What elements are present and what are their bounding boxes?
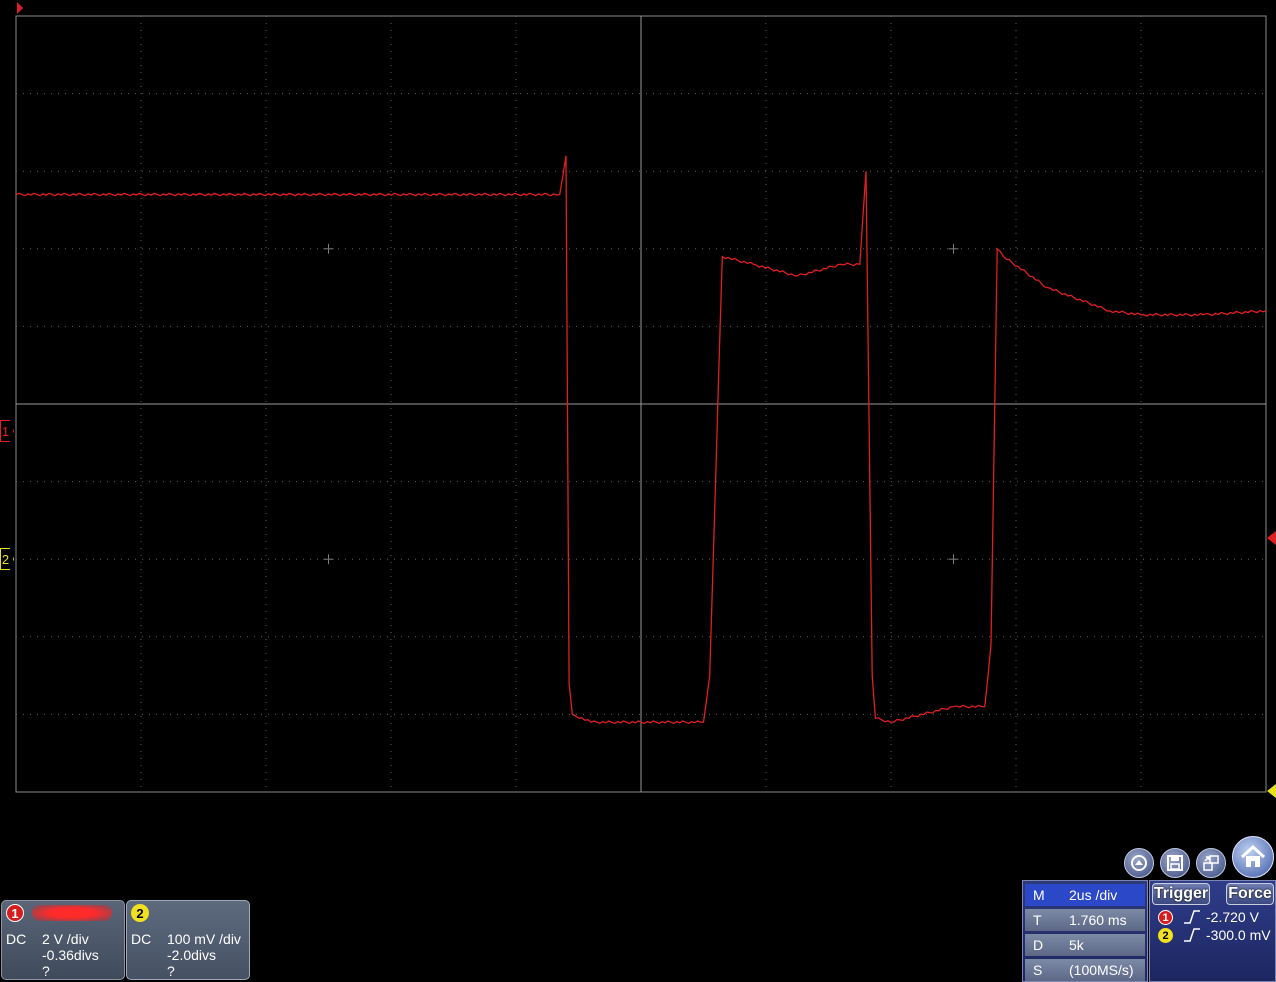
ch2-level-marker (1267, 784, 1276, 798)
ch2-scale: 100 mV /div (167, 931, 241, 947)
ch1-trigger-row[interactable]: 1 -2.720 V (1152, 909, 1274, 927)
timebase-row-samplerate[interactable]: S (100MS/s) (1025, 959, 1145, 981)
trigger-position-marker (17, 2, 23, 14)
ch1-trigger-badge: 1 (1158, 910, 1173, 925)
ch1-scale: 2 V /div (42, 931, 89, 947)
ch2-badge: 2 (131, 904, 149, 922)
ch1-probe: ? (42, 963, 50, 979)
ch1-coupling: DC (6, 931, 27, 947)
rising-edge-icon (1184, 910, 1200, 924)
trigger-panel[interactable]: Trigger Force 1 -2.720 V 2 -300.0 mV (1149, 880, 1276, 982)
ch1-settings[interactable]: 1 DC 2 V /div -0.36divs ? (1, 900, 125, 980)
sample-rate: (100MS/s) (1069, 962, 1134, 978)
ch1-offset: -0.36divs (42, 947, 99, 963)
ch2-trigger-level: -300.0 mV (1206, 927, 1271, 943)
save-button[interactable] (1160, 848, 1190, 878)
timebase-panel[interactable]: M 2us /div T 1.760 ms D 5k S (100MS/s) (1022, 880, 1148, 982)
rising-edge-icon (1184, 928, 1200, 942)
trigger-level-marker (1267, 531, 1276, 545)
home-button[interactable] (1232, 836, 1274, 878)
timebase-key-s: S (1033, 962, 1043, 978)
timebase-key-m: M (1033, 887, 1045, 903)
timebase-row-main[interactable]: M 2us /div (1025, 884, 1145, 906)
ch1-trigger-level: -2.720 V (1206, 909, 1259, 925)
trigger-time: 1.760 ms (1069, 912, 1127, 928)
force-button[interactable]: Force (1226, 883, 1274, 905)
ch2-settings[interactable]: 2 DC 100 mV /div -2.0divs ? (126, 900, 250, 980)
ch2-trigger-row[interactable]: 2 -300.0 mV (1152, 927, 1274, 945)
timebase-scale: 2us /div (1069, 887, 1118, 903)
home-icon (1240, 844, 1266, 867)
timebase-key-d: D (1033, 937, 1044, 953)
ch2-trigger-badge: 2 (1158, 928, 1173, 943)
timebase-row-depth[interactable]: D 5k (1025, 934, 1145, 956)
waveform-display (15, 2, 1276, 798)
ch2-coupling: DC (131, 931, 152, 947)
timebase-key-t: T (1033, 912, 1042, 928)
trigger-button[interactable]: Trigger (1152, 883, 1210, 905)
ch1-badge: 1 (6, 904, 24, 922)
ch1-active-bar (32, 905, 112, 921)
autoset-icon (1131, 855, 1147, 871)
switch-button[interactable] (1196, 848, 1226, 878)
switch-icon (1203, 855, 1219, 871)
ch2-offset: -2.0divs (167, 947, 217, 963)
save-icon (1167, 855, 1183, 871)
timebase-row-trigger-time[interactable]: T 1.760 ms (1025, 909, 1145, 931)
ch2-probe: ? (167, 963, 175, 979)
autoset-button[interactable] (1124, 848, 1154, 878)
memory-depth: 5k (1069, 937, 1084, 953)
